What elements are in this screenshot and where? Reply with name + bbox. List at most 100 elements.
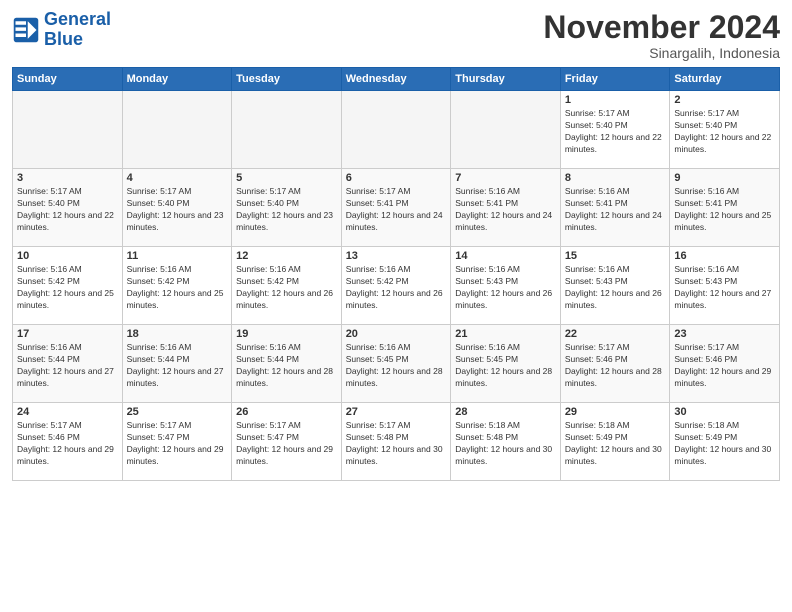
th-saturday: Saturday [670, 68, 780, 91]
day-info: Sunrise: 5:16 AMSunset: 5:44 PMDaylight:… [127, 342, 228, 390]
day-number: 25 [127, 406, 228, 418]
day-info: Sunrise: 5:17 AMSunset: 5:46 PMDaylight:… [17, 420, 118, 468]
day-info: Sunrise: 5:16 AMSunset: 5:42 PMDaylight:… [17, 264, 118, 312]
day-info: Sunrise: 5:18 AMSunset: 5:49 PMDaylight:… [674, 420, 775, 468]
day-info: Sunrise: 5:17 AMSunset: 5:46 PMDaylight:… [565, 342, 666, 390]
week-row-3: 10 Sunrise: 5:16 AMSunset: 5:42 PMDayligh… [13, 247, 780, 325]
day-info: Sunrise: 5:17 AMSunset: 5:40 PMDaylight:… [565, 108, 666, 156]
calendar-cell: 13 Sunrise: 5:16 AMSunset: 5:42 PMDayligh… [341, 247, 451, 325]
day-number: 28 [455, 406, 556, 418]
day-number: 21 [455, 328, 556, 340]
calendar-cell: 28 Sunrise: 5:18 AMSunset: 5:48 PMDayligh… [451, 403, 561, 481]
th-friday: Friday [560, 68, 670, 91]
day-number: 9 [674, 172, 775, 184]
day-info: Sunrise: 5:16 AMSunset: 5:43 PMDaylight:… [455, 264, 556, 312]
day-info: Sunrise: 5:16 AMSunset: 5:44 PMDaylight:… [236, 342, 337, 390]
month-title: November 2024 [543, 10, 780, 45]
calendar-cell: 2 Sunrise: 5:17 AMSunset: 5:40 PMDaylight… [670, 91, 780, 169]
calendar-cell: 16Sunrise: 5:16 AMSunset: 5:43 PMDayligh… [670, 247, 780, 325]
calendar-cell: 5 Sunrise: 5:17 AMSunset: 5:40 PMDaylight… [232, 169, 342, 247]
day-number: 5 [236, 172, 337, 184]
calendar-cell: 8 Sunrise: 5:16 AMSunset: 5:41 PMDaylight… [560, 169, 670, 247]
day-info: Sunrise: 5:16 AMSunset: 5:41 PMDaylight:… [565, 186, 666, 234]
calendar-cell: 3 Sunrise: 5:17 AMSunset: 5:40 PMDaylight… [13, 169, 123, 247]
day-number: 18 [127, 328, 228, 340]
header-row: Sunday Monday Tuesday Wednesday Thursday… [13, 68, 780, 91]
day-info: Sunrise: 5:16 AMSunset: 5:42 PMDaylight:… [346, 264, 447, 312]
day-number: 3 [17, 172, 118, 184]
day-info: Sunrise: 5:18 AMSunset: 5:48 PMDaylight:… [455, 420, 556, 468]
day-number: 8 [565, 172, 666, 184]
calendar-cell: 1 Sunrise: 5:17 AMSunset: 5:40 PMDaylight… [560, 91, 670, 169]
logo-line2: Blue [44, 29, 83, 49]
calendar-cell [341, 91, 451, 169]
th-sunday: Sunday [13, 68, 123, 91]
header: General Blue November 2024 Sinargalih, I… [12, 10, 780, 61]
day-info: Sunrise: 5:16 AMSunset: 5:42 PMDaylight:… [127, 264, 228, 312]
day-info: Sunrise: 5:17 AMSunset: 5:48 PMDaylight:… [346, 420, 447, 468]
day-number: 26 [236, 406, 337, 418]
day-info: Sunrise: 5:16 AMSunset: 5:42 PMDaylight:… [236, 264, 337, 312]
logo-line1: General [44, 9, 111, 29]
calendar-cell: 14 Sunrise: 5:16 AMSunset: 5:43 PMDayligh… [451, 247, 561, 325]
calendar-cell: 20 Sunrise: 5:16 AMSunset: 5:45 PMDayligh… [341, 325, 451, 403]
calendar-cell: 27Sunrise: 5:17 AMSunset: 5:48 PMDayligh… [341, 403, 451, 481]
day-info: Sunrise: 5:17 AMSunset: 5:40 PMDaylight:… [127, 186, 228, 234]
calendar-cell: 23 Sunrise: 5:17 AMSunset: 5:46 PMDayligh… [670, 325, 780, 403]
calendar-cell: 18 Sunrise: 5:16 AMSunset: 5:44 PMDayligh… [122, 325, 232, 403]
day-info: Sunrise: 5:16 AMSunset: 5:41 PMDaylight:… [455, 186, 556, 234]
day-info: Sunrise: 5:16 AMSunset: 5:43 PMDaylight:… [674, 264, 775, 312]
day-info: Sunrise: 5:17 AMSunset: 5:47 PMDaylight:… [236, 420, 337, 468]
day-info: Sunrise: 5:16 AMSunset: 5:45 PMDaylight:… [346, 342, 447, 390]
day-number: 7 [455, 172, 556, 184]
day-number: 2 [674, 94, 775, 106]
calendar-cell: 6 Sunrise: 5:17 AMSunset: 5:41 PMDaylight… [341, 169, 451, 247]
th-wednesday: Wednesday [341, 68, 451, 91]
calendar-cell: 17Sunrise: 5:16 AMSunset: 5:44 PMDayligh… [13, 325, 123, 403]
calendar-cell: 19 Sunrise: 5:16 AMSunset: 5:44 PMDayligh… [232, 325, 342, 403]
day-number: 12 [236, 250, 337, 262]
day-number: 19 [236, 328, 337, 340]
day-number: 29 [565, 406, 666, 418]
calendar-cell: 10 Sunrise: 5:16 AMSunset: 5:42 PMDayligh… [13, 247, 123, 325]
day-number: 1 [565, 94, 666, 106]
day-number: 4 [127, 172, 228, 184]
calendar-cell [122, 91, 232, 169]
day-info: Sunrise: 5:17 AMSunset: 5:46 PMDaylight:… [674, 342, 775, 390]
location: Sinargalih, Indonesia [543, 45, 780, 61]
th-tuesday: Tuesday [232, 68, 342, 91]
week-row-4: 17 Sunrise: 5:16 AMSunset: 5:44 PMDayligh… [13, 325, 780, 403]
week-row-2: 3 Sunrise: 5:17 AMSunset: 5:40 PMDaylight… [13, 169, 780, 247]
calendar-cell: 29 Sunrise: 5:18 AMSunset: 5:49 PMDayligh… [560, 403, 670, 481]
day-info: Sunrise: 5:16 AMSunset: 5:43 PMDaylight:… [565, 264, 666, 312]
day-number: 6 [346, 172, 447, 184]
day-info: Sunrise: 5:17 AMSunset: 5:40 PMDaylight:… [674, 108, 775, 156]
day-number: 17 [17, 328, 118, 340]
calendar-cell: 11 Sunrise: 5:16 AMSunset: 5:42 PMDayligh… [122, 247, 232, 325]
calendar-table: Sunday Monday Tuesday Wednesday Thursday… [12, 67, 780, 481]
day-info: Sunrise: 5:16 AMSunset: 5:45 PMDaylight:… [455, 342, 556, 390]
day-number: 10 [17, 250, 118, 262]
calendar-cell: 7 Sunrise: 5:16 AMSunset: 5:41 PMDaylight… [451, 169, 561, 247]
day-info: Sunrise: 5:17 AMSunset: 5:40 PMDaylight:… [236, 186, 337, 234]
calendar-cell: 25Sunrise: 5:17 AMSunset: 5:47 PMDayligh… [122, 403, 232, 481]
day-info: Sunrise: 5:17 AMSunset: 5:41 PMDaylight:… [346, 186, 447, 234]
calendar-cell [13, 91, 123, 169]
calendar-cell: 4 Sunrise: 5:17 AMSunset: 5:40 PMDaylight… [122, 169, 232, 247]
calendar-cell: 15Sunrise: 5:16 AMSunset: 5:43 PMDayligh… [560, 247, 670, 325]
day-number: 23 [674, 328, 775, 340]
th-monday: Monday [122, 68, 232, 91]
calendar-cell: 22Sunrise: 5:17 AMSunset: 5:46 PMDayligh… [560, 325, 670, 403]
day-info: Sunrise: 5:16 AMSunset: 5:41 PMDaylight:… [674, 186, 775, 234]
calendar-cell [451, 91, 561, 169]
title-block: November 2024 Sinargalih, Indonesia [543, 10, 780, 61]
day-info: Sunrise: 5:18 AMSunset: 5:49 PMDaylight:… [565, 420, 666, 468]
day-info: Sunrise: 5:17 AMSunset: 5:40 PMDaylight:… [17, 186, 118, 234]
calendar-cell [232, 91, 342, 169]
week-row-1: 1 Sunrise: 5:17 AMSunset: 5:40 PMDaylight… [13, 91, 780, 169]
day-number: 13 [346, 250, 447, 262]
day-number: 14 [455, 250, 556, 262]
day-number: 11 [127, 250, 228, 262]
day-number: 20 [346, 328, 447, 340]
main-container: General Blue November 2024 Sinargalih, I… [0, 0, 792, 487]
